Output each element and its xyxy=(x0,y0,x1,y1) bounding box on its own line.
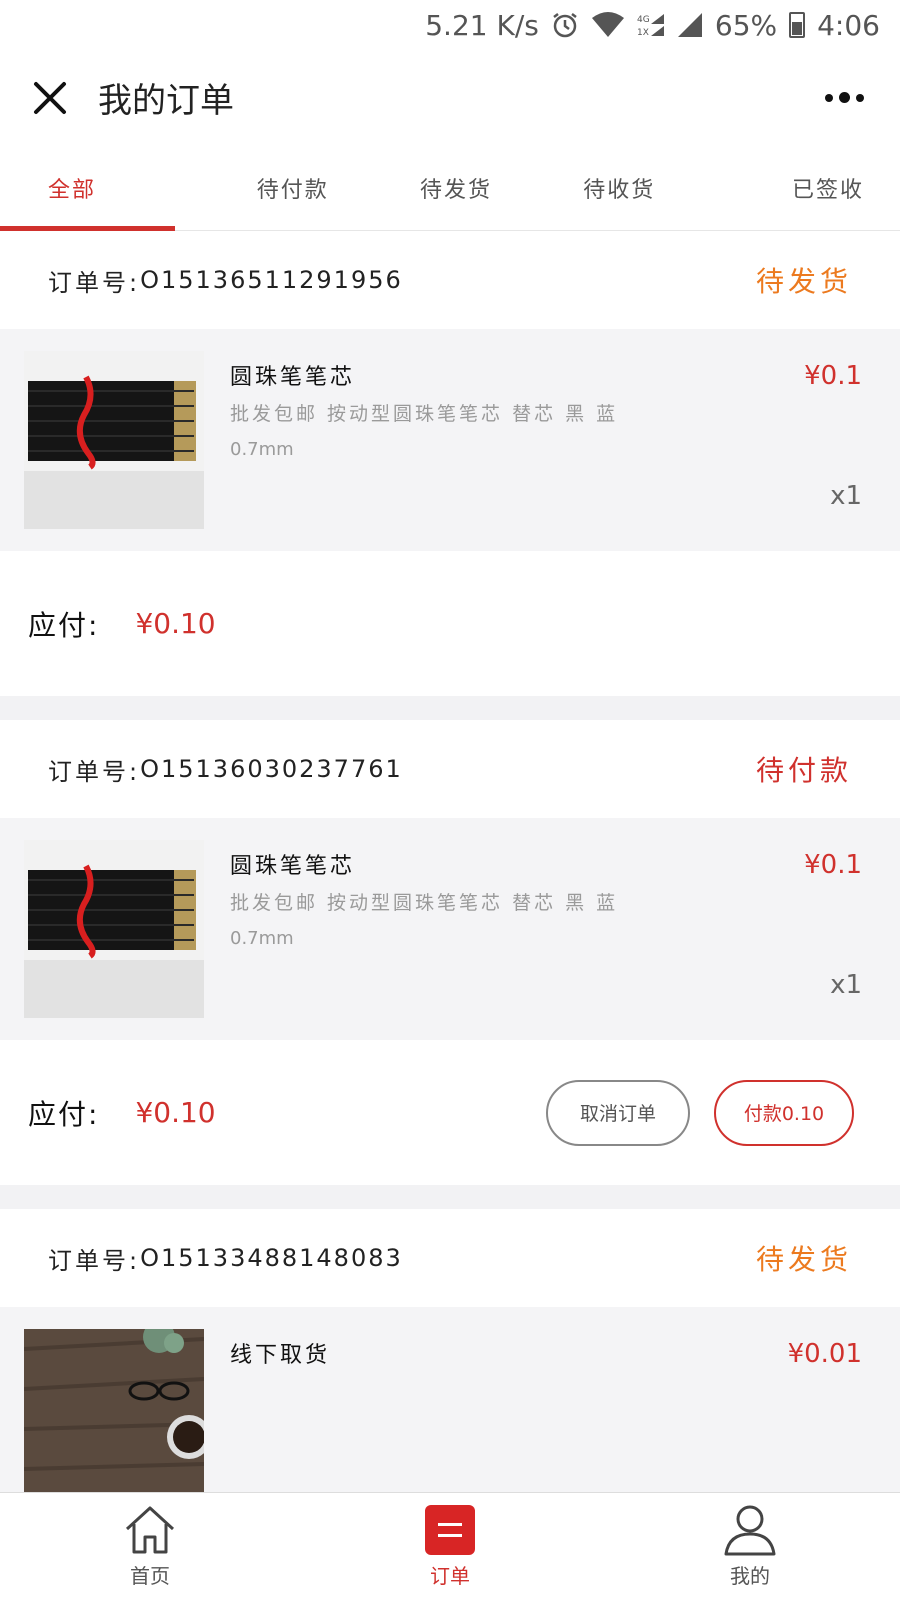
order-card[interactable]: 订单号: O15136030237761 待付款 圆珠笔笔芯 批发包邮 按动型圆… xyxy=(0,720,900,1185)
amount-due: ¥0.10 xyxy=(135,607,216,640)
more-dots-icon xyxy=(824,93,833,102)
product-description: 批发包邮 按动型圆珠笔笔芯 替芯 黑 蓝 xyxy=(230,403,619,425)
bottom-nav: 首页 订单 我的 xyxy=(0,1492,900,1600)
product-image xyxy=(24,1329,204,1507)
order-number-label: 订单号: xyxy=(48,268,141,297)
amount-due-label: 应付: xyxy=(28,1097,100,1131)
nav-profile-label: 我的 xyxy=(730,1564,770,1588)
status-bar: 5.21 K/s 4G 1X 65% 4:06 xyxy=(0,0,900,50)
nav-orders[interactable]: 订单 xyxy=(300,1493,600,1600)
product-name: 圆珠笔笔芯 xyxy=(230,365,356,390)
product-quantity: x1 xyxy=(830,481,862,511)
order-tabs: 全部 待付款 待发货 待收货 已签收 xyxy=(0,145,900,231)
network-speed: 5.21 K/s xyxy=(425,8,539,42)
svg-text:4G: 4G xyxy=(637,15,650,25)
pay-button[interactable]: 付款0.10 xyxy=(714,1079,854,1146)
product-price: ¥0.1 xyxy=(804,361,862,391)
order-actions: 取消订单 付款0.10 xyxy=(546,1079,854,1146)
battery-icon xyxy=(789,12,806,38)
divider xyxy=(0,1185,900,1209)
product-image xyxy=(24,351,204,529)
amount-due-label: 应付: xyxy=(28,608,100,642)
order-card[interactable]: 订单号: O15133488148083 待发货 线下取货 ¥0.01 xyxy=(0,1209,900,1529)
clock-time: 4:06 xyxy=(817,8,880,42)
divider xyxy=(0,696,900,720)
order-footer: 应付: ¥0.10 xyxy=(0,551,900,696)
page-title: 我的订单 xyxy=(98,81,234,121)
cancel-order-button[interactable]: 取消订单 xyxy=(546,1079,690,1146)
tab-signed[interactable]: 已签收 xyxy=(701,145,900,230)
order-status: 待发货 xyxy=(755,265,852,298)
home-icon xyxy=(123,1504,177,1556)
tab-pending-shipment[interactable]: 待发货 xyxy=(374,145,537,230)
order-footer: 应付: ¥0.10 取消订单 付款0.10 xyxy=(0,1040,900,1185)
amount-due: ¥0.10 xyxy=(135,1096,216,1129)
alarm-icon xyxy=(551,11,579,39)
order-header: 订单号: O15136511291956 待发货 xyxy=(0,231,900,329)
product-spec: 0.7mm xyxy=(230,928,294,949)
nav-profile[interactable]: 我的 xyxy=(600,1493,900,1600)
user-icon xyxy=(723,1504,777,1556)
wifi-icon xyxy=(591,12,625,38)
signal-4g-icon: 4G 1X xyxy=(637,12,665,38)
product-name: 线下取货 xyxy=(230,1343,331,1368)
tab-pending-receipt[interactable]: 待收货 xyxy=(538,145,701,230)
product-price: ¥0.1 xyxy=(804,850,862,880)
order-number: O15133488148083 xyxy=(140,1244,403,1272)
order-number: O15136511291956 xyxy=(140,266,403,294)
nav-home-label: 首页 xyxy=(130,1564,170,1588)
order-number-label: 订单号: xyxy=(48,757,141,786)
order-number-label: 订单号: xyxy=(48,1246,141,1275)
battery-percent: 65% xyxy=(714,8,778,42)
order-item[interactable]: 圆珠笔笔芯 批发包邮 按动型圆珠笔笔芯 替芯 黑 蓝 0.7mm ¥0.1 x1 xyxy=(0,818,900,1040)
product-description: 批发包邮 按动型圆珠笔笔芯 替芯 黑 蓝 xyxy=(230,892,619,914)
order-list: 订单号: O15136511291956 待发货 圆珠笔笔芯 批发包邮 按动型圆… xyxy=(0,231,900,1529)
order-card[interactable]: 订单号: O15136511291956 待发货 圆珠笔笔芯 批发包邮 按动型圆… xyxy=(0,231,900,696)
close-button[interactable] xyxy=(28,76,72,120)
product-quantity: x1 xyxy=(830,970,862,1000)
tab-pending-payment[interactable]: 待付款 xyxy=(211,145,374,230)
order-icon xyxy=(423,1504,477,1556)
order-header: 订单号: O15136030237761 待付款 xyxy=(0,720,900,818)
product-price: ¥0.01 xyxy=(787,1339,862,1369)
more-button[interactable] xyxy=(816,76,872,120)
header-bar: 我的订单 xyxy=(0,50,900,145)
product-name: 圆珠笔笔芯 xyxy=(230,854,356,879)
tab-all[interactable]: 全部 xyxy=(0,145,211,231)
product-spec: 0.7mm xyxy=(230,439,294,460)
close-icon xyxy=(34,81,66,114)
order-number: O15136030237761 xyxy=(140,755,403,783)
svg-text:1X: 1X xyxy=(637,28,649,38)
nav-orders-label: 订单 xyxy=(430,1564,470,1588)
nav-home[interactable]: 首页 xyxy=(0,1493,300,1600)
order-header: 订单号: O15133488148083 待发货 xyxy=(0,1209,900,1307)
product-image xyxy=(24,840,204,1018)
order-status: 待付款 xyxy=(755,754,852,787)
order-status: 待发货 xyxy=(755,1243,852,1276)
order-item[interactable]: 圆珠笔笔芯 批发包邮 按动型圆珠笔笔芯 替芯 黑 蓝 0.7mm ¥0.1 x1 xyxy=(0,329,900,551)
signal-icon xyxy=(677,12,703,38)
